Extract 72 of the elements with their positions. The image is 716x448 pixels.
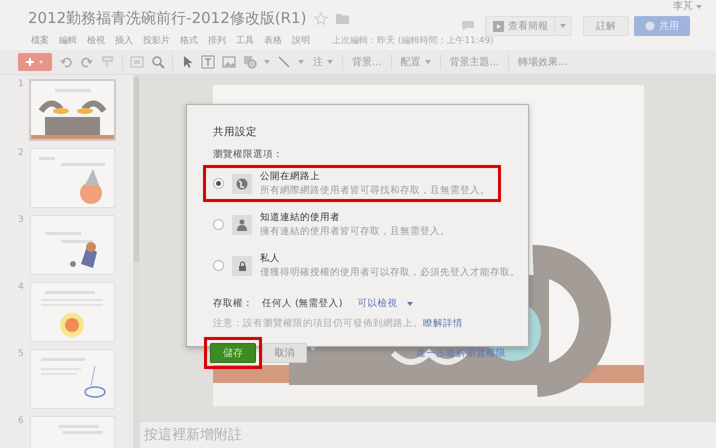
option-description: 所有網際網路使用者皆可尋找和存取，且無需登入。 [260,184,490,197]
cancel-button[interactable]: 取消 [262,343,307,363]
share-button[interactable]: 共用 [634,16,690,36]
menu-item[interactable]: 檢視 [82,34,110,47]
menu-item[interactable]: 排列 [203,34,231,47]
present-button[interactable]: 查看簡報 [485,16,556,36]
paint-format-icon[interactable] [101,55,115,69]
text-box-icon[interactable] [201,55,215,69]
dialog-title: 共用設定 [213,125,258,139]
last-edit-status[interactable]: 上次編輯：昨天 (編輯時間：上午11:49) [327,34,499,47]
option-title: 知道連結的使用者 [260,211,341,224]
option-description: 僅獲得明確授權的使用者可以存取，必須先登入才能存取。 [260,266,520,279]
comments-button[interactable]: 註解 [583,16,629,36]
toolbar-dropdown[interactable]: 注 [311,55,335,69]
play-icon [493,20,504,32]
zoom-fit-icon[interactable] [130,55,144,69]
options-label: 瀏覽權限選項： [213,148,284,161]
zoom-icon[interactable] [151,55,165,69]
slide-number: 2 [18,148,22,158]
slide-number: 4 [18,282,22,292]
present-dropdown[interactable] [554,16,572,36]
slide-number: 1 [18,79,22,89]
plus-icon [26,56,44,68]
note-text: 注意：設有瀏覽權限的項目仍可發佈到網路上。瞭解詳情 [213,317,464,330]
image-icon[interactable] [222,55,236,69]
access-level-dropdown[interactable]: 可以檢視 [357,297,414,310]
scrollbar[interactable] [134,77,139,262]
undo-icon[interactable] [59,55,73,69]
caret-icon [327,60,333,64]
shape-icon[interactable] [243,55,257,69]
toolbar-button[interactable]: 轉場效果... [516,55,570,69]
toolbar-dropdown[interactable]: 配置 [398,55,433,69]
menu-item[interactable]: 編輯 [54,34,82,47]
option-title: 公開在網路上 [260,170,321,183]
menu-item[interactable]: 格式 [175,34,203,47]
toolbar-button[interactable]: 背景... [350,55,384,69]
person-icon [232,214,252,234]
learn-details-link[interactable]: 瞭解詳情 [423,318,463,329]
access-label: 存取權： [213,297,253,310]
access-who: 任何人 (無需登入) [262,297,342,310]
caret-icon [407,302,414,306]
menu-item[interactable]: 說明 [287,34,315,47]
menu-item[interactable]: 工具 [231,34,259,47]
slide-number: 5 [18,349,22,359]
document-title[interactable]: 2012勤務福青洗碗前行-2012修改版(R1) [28,9,306,28]
menu-item[interactable]: 插入 [110,34,138,47]
menu-item[interactable]: 檔案 [26,34,54,47]
user-name[interactable]: 李芃 [673,1,693,13]
caret-icon [696,5,702,9]
save-button[interactable]: 儲存 [210,343,256,363]
caret-icon [560,24,566,28]
new-slide-button[interactable] [18,53,52,71]
caret-icon [264,60,270,64]
line-icon[interactable] [277,55,291,69]
learn-more-link[interactable]: 進一步瞭解瀏覽權限 [416,346,506,360]
sharing-option[interactable]: 公開在網路上 所有網際網路使用者皆可尋找和存取，且無需登入。 [203,165,501,202]
sharing-option[interactable]: 知道連結的使用者 擁有連結的使用者皆可存取，且無需登入。 [203,206,461,243]
menu-item[interactable]: 表格 [259,34,287,47]
slide-number: 3 [18,215,22,225]
redo-icon[interactable] [80,55,94,69]
caret-icon [298,60,304,64]
toolbar-button[interactable]: 背景主題... [448,55,502,69]
menu-item[interactable]: 投影片 [138,34,175,47]
folder-icon[interactable] [336,13,350,24]
caret-icon [424,60,431,64]
lock-icon [232,256,252,276]
comment-icon[interactable] [462,21,474,31]
star-icon[interactable] [314,12,328,26]
option-description: 擁有連結的使用者皆可存取，且無需登入。 [260,225,450,238]
sharing-option[interactable]: 私人 僅獲得明確授權的使用者可以存取，必須先登入才能存取。 [203,247,531,284]
option-title: 私人 [260,252,281,265]
slide-number: 6 [18,416,22,426]
